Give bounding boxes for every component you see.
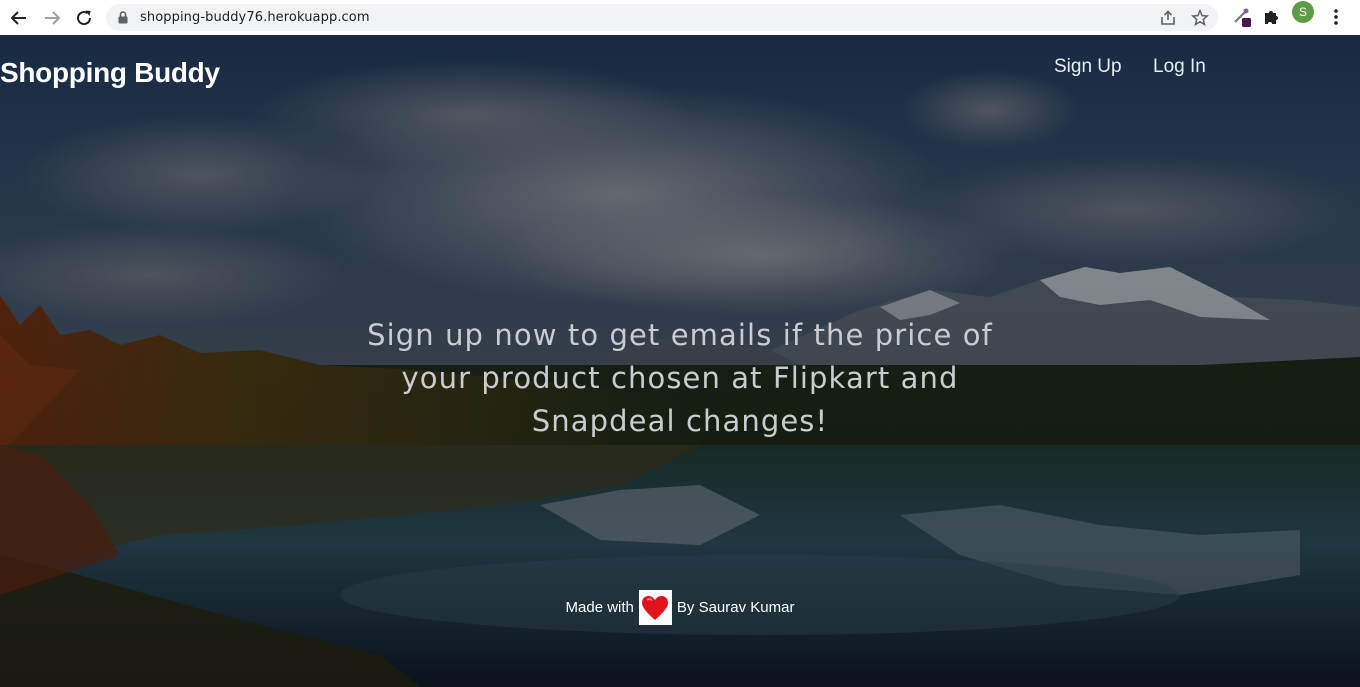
heart-icon [638, 590, 672, 625]
kebab-menu-icon [1334, 9, 1338, 25]
extension-button[interactable] [1231, 6, 1253, 28]
author-text: By Saurav Kumar [676, 599, 795, 616]
reload-button[interactable] [73, 7, 95, 29]
profile-button[interactable]: S [1292, 1, 1314, 23]
back-arrow-icon [10, 11, 26, 25]
back-button[interactable] [8, 7, 30, 29]
made-with-text: Made with [565, 599, 634, 616]
bookmark-button[interactable] [1190, 8, 1210, 28]
url-text: shopping-buddy76.herokuapp.com [140, 10, 370, 25]
browser-toolbar: shopping-buddy76.herokuapp.com S [0, 0, 1360, 35]
footer-credit: Made with By Saurav Kumar [0, 590, 1360, 625]
star-icon [1191, 9, 1209, 27]
brand-logo[interactable]: Shopping Buddy [0, 57, 220, 89]
lock-icon [118, 11, 128, 24]
login-link[interactable]: Log In [1153, 56, 1206, 78]
avatar: S [1292, 1, 1314, 23]
forward-button[interactable] [41, 7, 63, 29]
extensions-menu-button[interactable] [1261, 6, 1283, 28]
forward-arrow-icon [45, 11, 61, 25]
hero-tagline: Sign up now to get emails if the price o… [367, 318, 993, 438]
menu-button[interactable] [1325, 6, 1347, 28]
share-button[interactable] [1158, 8, 1178, 28]
address-bar[interactable]: shopping-buddy76.herokuapp.com [106, 4, 1218, 31]
extension-icon [1234, 8, 1251, 27]
share-icon [1161, 10, 1175, 25]
reload-icon [77, 10, 92, 26]
signup-link[interactable]: Sign Up [1054, 56, 1122, 78]
puzzle-icon [1265, 11, 1278, 24]
hero-section: Shopping Buddy Sign Up Log In Sign up no… [0, 35, 1360, 687]
